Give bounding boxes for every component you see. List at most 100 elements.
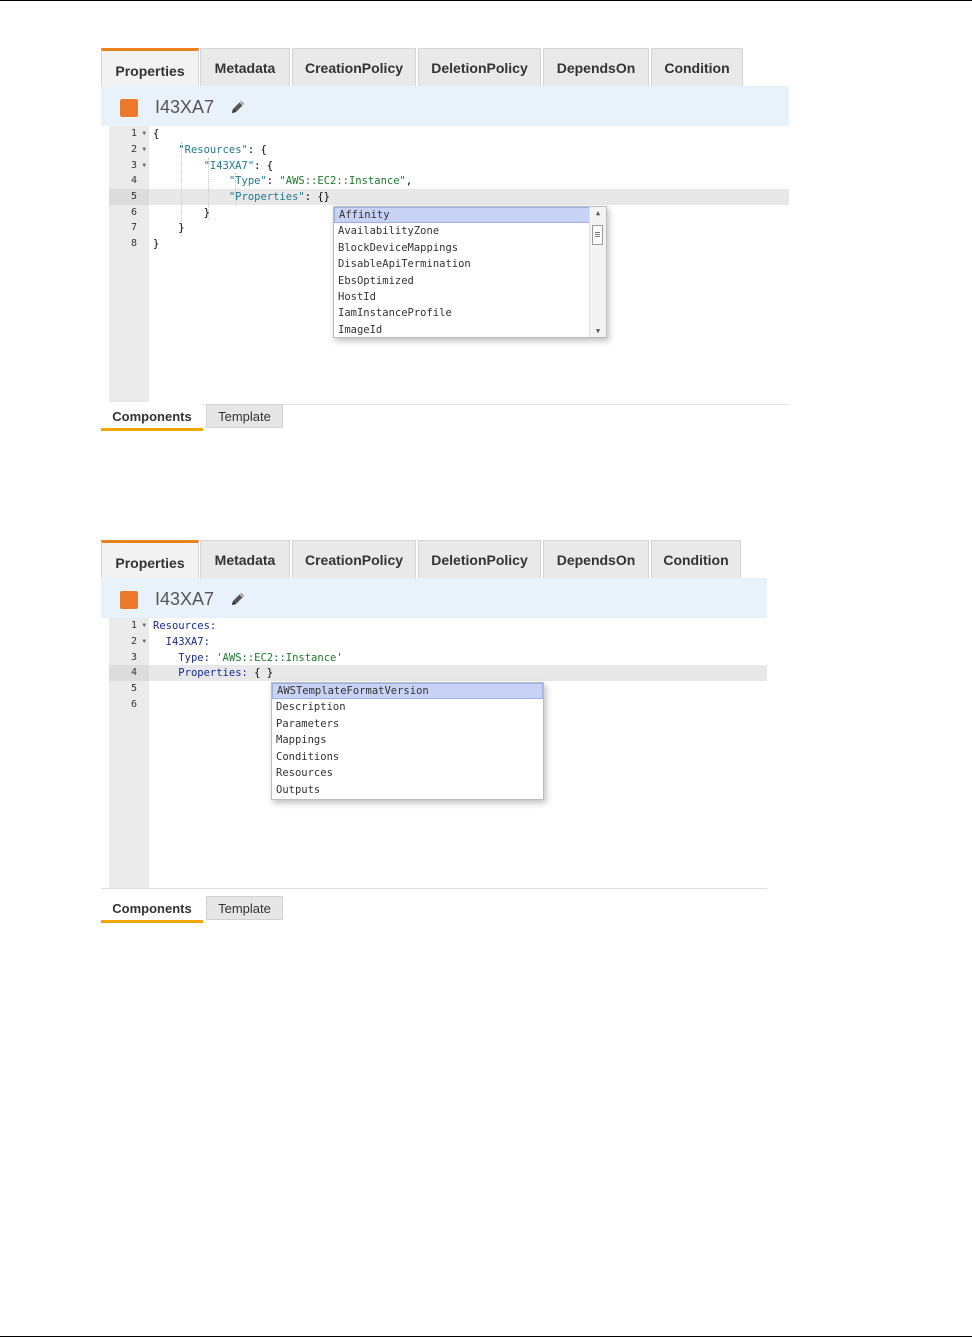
tab-properties[interactable]: Properties xyxy=(101,48,199,88)
code-token: Properties: xyxy=(178,667,248,679)
code-token: } xyxy=(153,222,185,234)
tab-creation-policy[interactable]: CreationPolicy xyxy=(292,48,416,86)
autocomplete-item[interactable]: IamInstanceProfile xyxy=(334,305,590,321)
tab-components[interactable]: Components xyxy=(101,404,203,431)
code-line: "Type": "AWS::EC2::Instance", xyxy=(153,173,412,189)
code-token: "Properties" xyxy=(228,191,305,203)
autocomplete-item[interactable]: Outputs xyxy=(272,782,543,798)
tab-components[interactable]: Components xyxy=(101,896,203,923)
page-top-rule xyxy=(0,0,972,1)
tab-properties[interactable]: Properties xyxy=(101,540,199,580)
bottom-tabs-divider xyxy=(101,888,767,889)
autocomplete-item[interactable]: Parameters xyxy=(272,716,543,732)
autocomplete-item[interactable]: AvailabilityZone xyxy=(334,223,590,239)
fold-arrow-icon[interactable]: ▼ xyxy=(142,618,146,634)
line-number: 3 ▼ xyxy=(109,158,149,174)
code-token: "Type" xyxy=(228,175,267,187)
code-token: Resources: xyxy=(153,620,217,632)
code-line: Resources: xyxy=(153,618,216,634)
fold-arrow-icon[interactable]: ▼ xyxy=(142,158,146,174)
scroll-up-arrow-icon[interactable]: ▲ xyxy=(590,209,606,217)
code-token: I43XA7: xyxy=(165,636,210,648)
tab-metadata[interactable]: Metadata xyxy=(200,540,290,578)
code-line: "Resources": { xyxy=(153,142,267,158)
code-line: "I43XA7": { xyxy=(153,158,274,174)
tab-condition[interactable]: Condition xyxy=(651,48,743,86)
line-number: 2 ▼ xyxy=(109,142,149,158)
pencil-icon[interactable] xyxy=(229,590,247,608)
line-number: 5 xyxy=(130,683,137,694)
code-line: { xyxy=(153,126,159,142)
autocomplete-item[interactable]: BlockDeviceMappings xyxy=(334,240,590,256)
code-token: { xyxy=(153,128,160,140)
resource-name: I43XA7 xyxy=(155,97,215,117)
scroll-down-arrow-icon[interactable]: ▼ xyxy=(590,327,606,335)
yaml-editor-panel: Properties Metadata CreationPolicy Delet… xyxy=(101,540,767,924)
autocomplete-item[interactable]: Description xyxy=(272,699,543,715)
autocomplete-item[interactable]: Resources xyxy=(272,765,543,781)
code-token: { } xyxy=(247,667,274,679)
autocomplete-item[interactable]: ImageId xyxy=(334,322,590,337)
tab-metadata[interactable]: Metadata xyxy=(200,48,290,86)
autocomplete-item[interactable]: DisableApiTermination xyxy=(334,256,590,272)
line-number: 6 xyxy=(130,699,137,710)
autocomplete-popup: AWSTemplateFormatVersion Description Par… xyxy=(271,682,544,800)
line-number: 6 xyxy=(130,207,137,218)
code-token: } xyxy=(153,207,210,219)
code-editor[interactable]: 1 ▼ 2 ▼ 3 4 5 6 Resources: I43XA7: Type: '… xyxy=(109,618,767,888)
tab-deletion-policy[interactable]: DeletionPolicy xyxy=(418,540,541,578)
resource-name: I43XA7 xyxy=(155,589,215,609)
bottom-tabs-divider xyxy=(101,404,789,405)
tab-template[interactable]: Template xyxy=(206,404,283,428)
line-number: 7 xyxy=(130,222,137,233)
line-number: 5 xyxy=(109,189,149,205)
line-number: 3 xyxy=(130,652,137,663)
tab-creation-policy[interactable]: CreationPolicy xyxy=(292,540,416,578)
pencil-icon[interactable] xyxy=(229,98,247,116)
autocomplete-item[interactable]: Affinity xyxy=(334,207,590,223)
json-editor-panel: Properties Metadata CreationPolicy Delet… xyxy=(101,48,789,432)
autocomplete-item[interactable]: EbsOptimized xyxy=(334,273,590,289)
autocomplete-scrollbar[interactable]: ▲ ▼ xyxy=(589,207,606,337)
resource-header: I43XA7 xyxy=(101,578,767,618)
fold-arrow-icon[interactable]: ▼ xyxy=(142,142,146,158)
code-token: "AWS::EC2::Instance" xyxy=(279,175,406,187)
tab-deletion-policy[interactable]: DeletionPolicy xyxy=(418,48,541,86)
code-token: "I43XA7" xyxy=(203,160,255,172)
fold-arrow-icon[interactable]: ▼ xyxy=(142,126,146,142)
line-number: 2 ▼ xyxy=(109,634,149,650)
resource-header: I43XA7 xyxy=(101,86,789,126)
autocomplete-item[interactable]: Mappings xyxy=(272,732,543,748)
code-line: Type: 'AWS::EC2::Instance' xyxy=(153,650,342,666)
tab-depends-on[interactable]: DependsOn xyxy=(543,48,649,86)
code-token: : { xyxy=(247,144,267,156)
editor-gutter: 1 ▼ 2 ▼ 3 4 5 6 xyxy=(109,618,149,888)
code-line: } xyxy=(153,205,210,221)
code-line: I43XA7: xyxy=(153,634,210,650)
resource-type-icon xyxy=(120,591,138,609)
code-line: Properties: { } xyxy=(153,665,273,681)
code-token: "Resources" xyxy=(178,144,248,156)
code-line: "Properties": {} xyxy=(153,189,330,205)
autocomplete-item[interactable]: Conditions xyxy=(272,749,543,765)
tab-condition[interactable]: Condition xyxy=(651,540,741,578)
code-editor[interactable]: 1 ▼ 2 ▼ 3 ▼ 4 5 6 7 8 { "Resources": { "I43… xyxy=(109,126,789,402)
code-line: } xyxy=(153,236,159,252)
tab-depends-on[interactable]: DependsOn xyxy=(543,540,649,578)
autocomplete-item[interactable]: HostId xyxy=(334,289,590,305)
line-number: 4 xyxy=(109,665,149,681)
fold-arrow-icon[interactable]: ▼ xyxy=(142,634,146,650)
scrollbar-thumb[interactable] xyxy=(592,225,603,245)
autocomplete-item[interactable]: AWSTemplateFormatVersion xyxy=(272,683,543,699)
line-number: 4 xyxy=(130,175,137,186)
tab-template[interactable]: Template xyxy=(206,896,283,920)
line-number: 1 ▼ xyxy=(109,618,149,634)
code-line: } xyxy=(153,220,185,236)
